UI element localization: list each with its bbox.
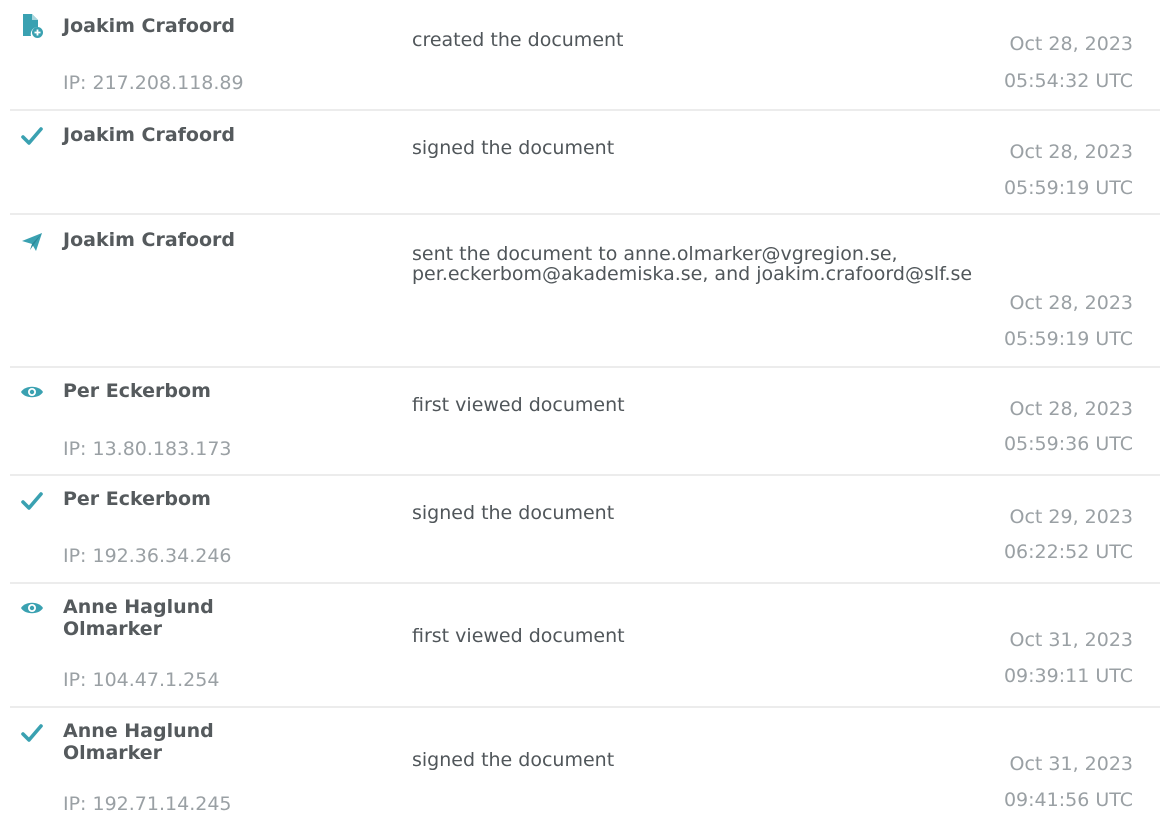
event-date: Oct 29, 2023 bbox=[1009, 506, 1134, 528]
eye-icon bbox=[18, 596, 46, 620]
event-action: created the document bbox=[412, 29, 624, 51]
actor-name: Per Eckerbom bbox=[63, 380, 211, 402]
event-date: Oct 28, 2023 bbox=[1009, 141, 1134, 163]
event-date: Oct 31, 2023 bbox=[1009, 629, 1134, 651]
event-date: Oct 28, 2023 bbox=[1009, 292, 1134, 314]
actor-name: Anne Haglund Olmarker bbox=[63, 720, 214, 764]
event-action: first viewed document bbox=[412, 625, 625, 647]
event-action: signed the document bbox=[412, 749, 615, 771]
event-time: 05:59:19 UTC bbox=[1003, 177, 1133, 199]
audit-event-row: Anne Haglund Olmarker IP: 192.71.14.245 … bbox=[10, 708, 1160, 822]
event-time: 09:39:11 UTC bbox=[1003, 665, 1133, 687]
ip-address: IP: 13.80.183.173 bbox=[63, 438, 232, 460]
actor-name: Joakim Crafoord bbox=[63, 229, 235, 251]
event-date: Oct 28, 2023 bbox=[1009, 398, 1134, 420]
audit-event-row: Per Eckerbom IP: 192.36.34.246 signed th… bbox=[10, 476, 1160, 584]
event-action: signed the document bbox=[412, 137, 615, 159]
checkmark-icon bbox=[18, 721, 46, 745]
checkmark-icon bbox=[18, 124, 46, 148]
event-action: signed the document bbox=[412, 502, 615, 524]
event-time: 05:59:19 UTC bbox=[1003, 328, 1133, 350]
event-action: sent the document to anne.olmarker@vgreg… bbox=[412, 243, 973, 285]
event-time: 05:54:32 UTC bbox=[1003, 70, 1133, 92]
checkmark-icon bbox=[18, 489, 46, 513]
paper-plane-icon bbox=[18, 230, 46, 254]
eye-icon bbox=[18, 380, 46, 404]
event-action: first viewed document bbox=[412, 394, 625, 416]
audit-event-row: Per Eckerbom IP: 13.80.183.173 first vie… bbox=[10, 368, 1160, 476]
actor-name: Per Eckerbom bbox=[63, 488, 211, 510]
event-time: 09:41:56 UTC bbox=[1003, 789, 1133, 811]
audit-event-row: Joakim Crafoord IP: 217.208.118.89 creat… bbox=[10, 0, 1160, 111]
ip-address: IP: 217.208.118.89 bbox=[63, 72, 244, 94]
actor-name: Anne Haglund Olmarker bbox=[63, 596, 214, 640]
event-date: Oct 28, 2023 bbox=[1009, 33, 1134, 55]
event-time: 05:59:36 UTC bbox=[1003, 433, 1133, 455]
actor-name: Joakim Crafoord bbox=[63, 15, 235, 37]
audit-event-row: Joakim Crafoord signed the document Oct … bbox=[10, 111, 1160, 215]
audit-event-row: Joakim Crafoord sent the document to ann… bbox=[10, 215, 1160, 368]
ip-address: IP: 192.36.34.246 bbox=[63, 545, 232, 567]
actor-name: Joakim Crafoord bbox=[63, 124, 235, 146]
event-time: 06:22:52 UTC bbox=[1003, 541, 1133, 563]
event-date: Oct 31, 2023 bbox=[1009, 753, 1134, 775]
ip-address: IP: 104.47.1.254 bbox=[63, 669, 220, 691]
document-add-icon bbox=[18, 14, 46, 38]
ip-address: IP: 192.71.14.245 bbox=[63, 793, 232, 815]
audit-event-row: Anne Haglund Olmarker IP: 104.47.1.254 f… bbox=[10, 584, 1160, 708]
